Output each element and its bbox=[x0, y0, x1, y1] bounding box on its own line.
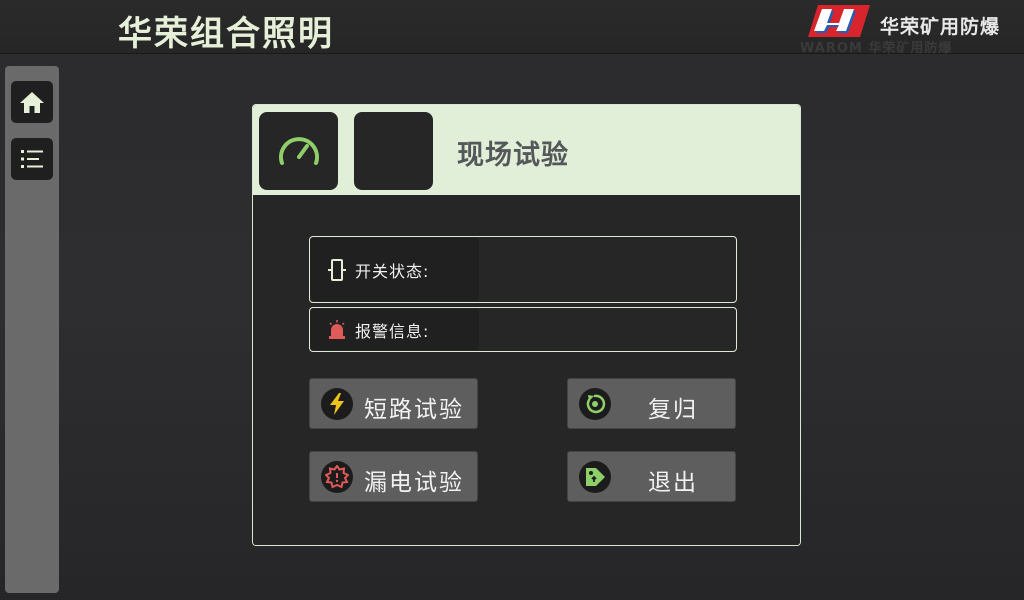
company-logo: WAROM 华荣矿用防爆 华荣矿用防爆 bbox=[800, 3, 1024, 56]
sidebar-home-button[interactable] bbox=[11, 81, 53, 123]
company-name: 华荣矿用防爆 bbox=[880, 16, 1001, 38]
app-title: 华荣组合照明 bbox=[118, 14, 334, 54]
reset-icon bbox=[579, 388, 611, 420]
logo-reflection: WAROM 华荣矿用防爆 bbox=[800, 41, 953, 56]
exit-label: 退出 bbox=[648, 470, 698, 496]
exit-tag-icon bbox=[579, 461, 611, 493]
switch-status-label-cell: 开关状态: bbox=[311, 238, 479, 301]
sidebar bbox=[5, 66, 59, 593]
top-bar: 华荣组合照明 WAROM 华荣矿用防爆 华荣矿用防爆 bbox=[0, 0, 1024, 56]
speedometer-tile bbox=[259, 112, 338, 190]
panel-body: 开关状态: 报警信息: 短路试验 复归 漏电试验 退出 bbox=[253, 195, 800, 545]
reset-label: 复归 bbox=[648, 397, 698, 423]
list-icon bbox=[21, 150, 43, 168]
speedometer-icon bbox=[278, 137, 319, 165]
home-icon bbox=[20, 92, 44, 113]
alarm-info-label-cell: 报警信息: bbox=[311, 309, 479, 350]
blank-tile bbox=[354, 112, 433, 190]
short-circuit-test-label: 短路试验 bbox=[364, 397, 464, 423]
panel-header: 现场试验 bbox=[253, 105, 800, 195]
exit-button[interactable]: 退出 bbox=[567, 451, 736, 502]
alarm-info-field: 报警信息: bbox=[309, 307, 737, 352]
field-test-panel: 现场试验 开关状态: 报警信息: 短路试验 复归 漏电试验 退出 bbox=[252, 104, 801, 546]
leakage-test-button[interactable]: 漏电试验 bbox=[309, 451, 478, 502]
lightning-icon bbox=[321, 388, 353, 420]
panel-title: 现场试验 bbox=[457, 140, 569, 171]
alarm-icon bbox=[327, 319, 347, 340]
reset-button[interactable]: 复归 bbox=[567, 378, 736, 429]
switch-status-label: 开关状态: bbox=[355, 261, 430, 281]
leakage-test-label: 漏电试验 bbox=[364, 470, 464, 496]
switch-status-field: 开关状态: bbox=[309, 236, 737, 303]
warom-logo-icon bbox=[808, 5, 870, 37]
short-circuit-test-button[interactable]: 短路试验 bbox=[309, 378, 478, 429]
switch-icon bbox=[327, 257, 347, 283]
leakage-icon bbox=[321, 461, 353, 493]
alarm-info-label: 报警信息: bbox=[355, 321, 430, 341]
sidebar-list-button[interactable] bbox=[11, 138, 53, 180]
